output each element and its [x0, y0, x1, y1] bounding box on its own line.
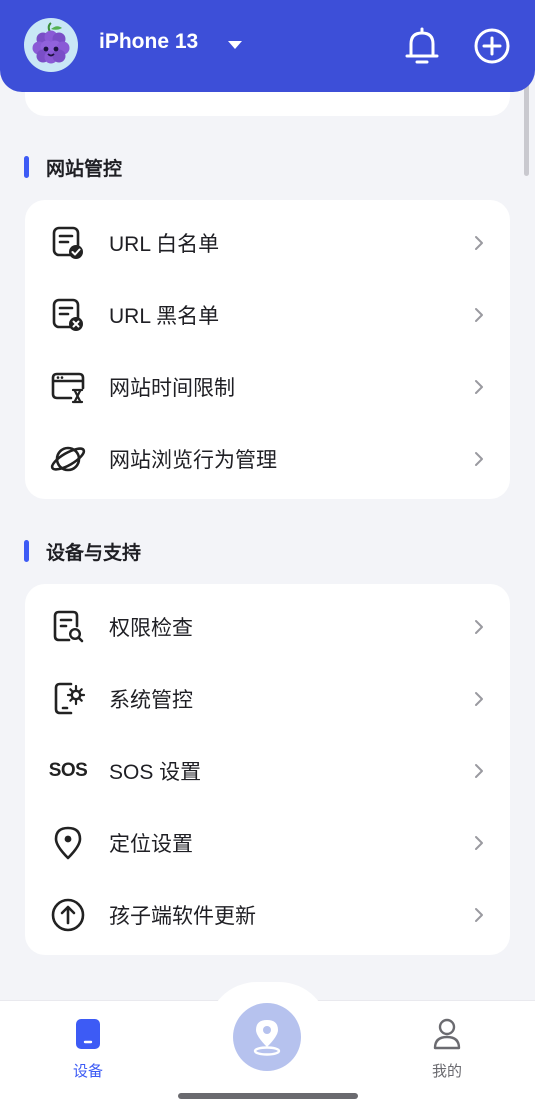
document-x-icon [49, 296, 87, 334]
device-icon [76, 1019, 100, 1049]
app-header: iPhone 13 [0, 0, 535, 92]
home-indicator [178, 1093, 358, 1099]
document-search-icon [49, 608, 87, 646]
section-title-website-control: 网站管控 [24, 154, 122, 180]
chevron-right-icon [475, 236, 483, 250]
section-accent-bar [24, 540, 29, 562]
menu-item-sos-settings[interactable]: SOS SOS 设置 [25, 735, 510, 807]
menu-item-label: 系统管控 [109, 689, 193, 712]
website-control-card: URL 白名单 URL 黑名单 网站时间限制 网站浏览行为管理 [25, 200, 510, 499]
menu-item-website-time-limit[interactable]: 网站时间限制 [25, 351, 510, 423]
menu-item-url-whitelist[interactable]: URL 白名单 [25, 207, 510, 279]
menu-item-url-blacklist[interactable]: URL 黑名单 [25, 279, 510, 351]
menu-item-label: 权限检查 [109, 617, 193, 640]
location-pin-icon [49, 824, 87, 862]
chevron-right-icon [475, 452, 483, 466]
bell-icon[interactable] [402, 24, 442, 68]
chevron-right-icon [475, 692, 483, 706]
menu-item-permission-check[interactable]: 权限检查 [25, 591, 510, 663]
location-pin-icon [253, 1020, 281, 1056]
chevron-right-icon [475, 380, 483, 394]
chevron-right-icon [475, 308, 483, 322]
chevron-right-icon [475, 764, 483, 778]
device-support-card: 权限检查 系统管控 SOS SOS 设置 定位设置 孩子端软件更新 [25, 584, 510, 955]
menu-item-label: 网站时间限制 [109, 377, 235, 400]
menu-item-child-app-update[interactable]: 孩子端软件更新 [25, 879, 510, 951]
chevron-right-icon [475, 908, 483, 922]
section-title-device-support: 设备与支持 [24, 538, 141, 564]
center-location-button[interactable] [233, 1003, 301, 1071]
menu-item-label: URL 白名单 [109, 233, 220, 256]
tablet-gear-icon [49, 680, 87, 718]
section-title-text: 设备与支持 [46, 541, 142, 564]
sos-icon: SOS [48, 752, 88, 790]
arrow-up-circle-icon [49, 896, 87, 934]
menu-item-label: 网站浏览行为管理 [109, 449, 277, 472]
chevron-right-icon [475, 836, 483, 850]
tab-label: 我的 [431, 1062, 462, 1080]
user-icon [433, 1018, 461, 1050]
browser-hourglass-icon [49, 368, 87, 406]
sos-icon-text: SOS [48, 760, 88, 781]
tab-mine[interactable]: 我的 [407, 1018, 487, 1081]
section-title-text: 网站管控 [46, 157, 123, 180]
menu-item-label: 孩子端软件更新 [109, 905, 256, 928]
menu-item-label: URL 黑名单 [109, 305, 220, 328]
planet-icon [49, 440, 87, 478]
document-check-icon [49, 224, 87, 262]
menu-item-system-control[interactable]: 系统管控 [25, 663, 510, 735]
tab-device[interactable]: 设备 [48, 1018, 128, 1081]
menu-item-label: 定位设置 [109, 833, 193, 856]
caret-down-icon[interactable] [226, 38, 244, 52]
device-name[interactable]: iPhone 13 [99, 30, 198, 54]
menu-item-label: SOS 设置 [109, 761, 202, 784]
menu-item-location-settings[interactable]: 定位设置 [25, 807, 510, 879]
section-accent-bar [24, 156, 29, 178]
grape-avatar-icon[interactable] [24, 18, 78, 72]
chevron-right-icon [475, 620, 483, 634]
plus-circle-icon[interactable] [472, 26, 512, 66]
tab-label: 设备 [72, 1062, 103, 1080]
menu-item-browsing-behavior[interactable]: 网站浏览行为管理 [25, 423, 510, 495]
